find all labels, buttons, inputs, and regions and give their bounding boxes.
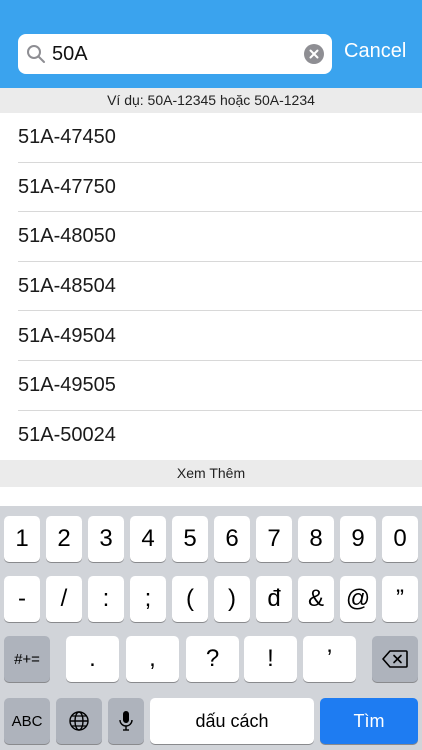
search-hint: Ví dụ: 50A-12345 hoặc 50A-1234 [0,88,422,113]
key-6[interactable]: 6 [214,516,250,562]
key-semicolon[interactable]: ; [130,576,166,622]
list-item[interactable]: 51A-49505 [0,361,422,411]
key-comma[interactable]: , [126,636,179,682]
key-4[interactable]: 4 [130,516,166,562]
search-box[interactable] [18,34,332,74]
search-icon [27,45,45,63]
cancel-button[interactable]: Cancel [344,40,406,63]
key-colon[interactable]: : [88,576,124,622]
space-key[interactable]: dấu cách [150,698,314,744]
list-item[interactable]: 51A-47450 [0,113,422,163]
list-item[interactable]: 51A-48504 [0,262,422,312]
search-input[interactable] [52,38,292,70]
key-open-paren[interactable]: ( [172,576,208,622]
list-item[interactable]: 51A-48050 [0,212,422,262]
key-7[interactable]: 7 [256,516,292,562]
key-abc[interactable]: ABC [4,698,50,744]
keyboard: 1 2 3 4 5 6 7 8 9 0 - / : ; ( ) đ & @ ” … [0,506,422,750]
key-5[interactable]: 5 [172,516,208,562]
key-close-paren[interactable]: ) [214,576,250,622]
list-item[interactable]: 51A-50024 [0,411,422,461]
backspace-key[interactable] [372,636,418,682]
key-hyphen[interactable]: - [4,576,40,622]
key-2[interactable]: 2 [46,516,82,562]
key-dong[interactable]: đ [256,576,292,622]
key-symbols[interactable]: #+= [4,636,50,682]
microphone-icon [119,711,133,731]
key-slash[interactable]: / [46,576,82,622]
key-apostrophe[interactable]: ’ [303,636,356,682]
list-item[interactable]: 51A-47750 [0,163,422,213]
key-ampersand[interactable]: & [298,576,334,622]
key-period[interactable]: . [66,636,119,682]
backspace-icon [382,650,408,668]
search-key[interactable]: Tìm [320,698,418,744]
search-header: Cancel [0,0,422,88]
key-0[interactable]: 0 [382,516,418,562]
clear-icon[interactable] [304,44,324,64]
key-1[interactable]: 1 [4,516,40,562]
globe-key[interactable] [56,698,102,744]
key-3[interactable]: 3 [88,516,124,562]
key-9[interactable]: 9 [340,516,376,562]
list-item[interactable]: 51A-49504 [0,311,422,361]
key-8[interactable]: 8 [298,516,334,562]
load-more-button[interactable]: Xem Thêm [0,460,422,487]
key-at[interactable]: @ [340,576,376,622]
globe-icon [69,711,89,731]
microphone-key[interactable] [108,698,144,744]
result-list: 51A-47450 51A-47750 51A-48050 51A-48504 … [0,113,422,460]
key-question[interactable]: ? [186,636,239,682]
key-quote[interactable]: ” [382,576,418,622]
key-exclamation[interactable]: ! [244,636,297,682]
